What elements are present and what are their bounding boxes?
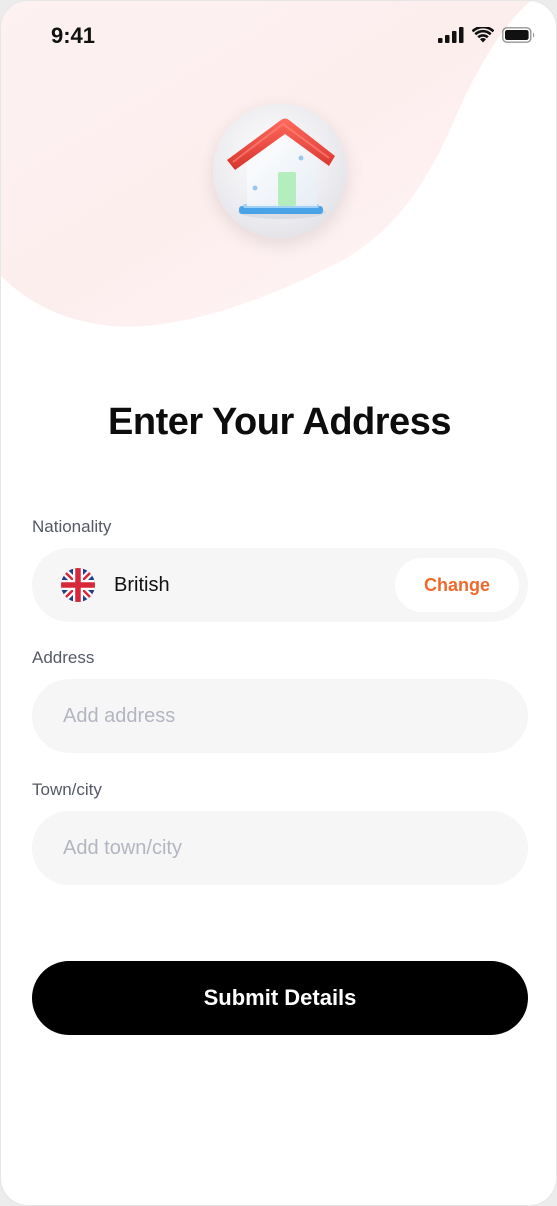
address-input[interactable] [32, 679, 528, 753]
status-bar: 9:41 [1, 1, 556, 71]
house-icon [227, 118, 335, 219]
status-icons [438, 27, 536, 43]
wifi-icon [472, 27, 494, 43]
nationality-value: British [114, 574, 170, 596]
status-time: 9:41 [51, 23, 96, 48]
submit-details-button[interactable]: Submit Details [32, 961, 528, 1035]
address-field [32, 679, 528, 753]
page-title: Enter Your Address [108, 401, 451, 443]
hero-illustration [213, 104, 347, 238]
battery-icon [502, 27, 535, 43]
phone-screen: 9:41 Enter Your Address Nationality Brit… [0, 0, 557, 1206]
town-city-label: Town/city [32, 780, 102, 799]
town-city-input[interactable] [32, 811, 528, 885]
uk-flag-icon [61, 568, 95, 602]
change-nationality-button[interactable]: Change [395, 558, 519, 612]
address-label: Address [32, 648, 95, 667]
town-city-field [32, 811, 528, 885]
nationality-label: Nationality [32, 517, 112, 536]
nationality-field: British Change [32, 548, 528, 622]
cellular-signal-icon [438, 27, 464, 43]
